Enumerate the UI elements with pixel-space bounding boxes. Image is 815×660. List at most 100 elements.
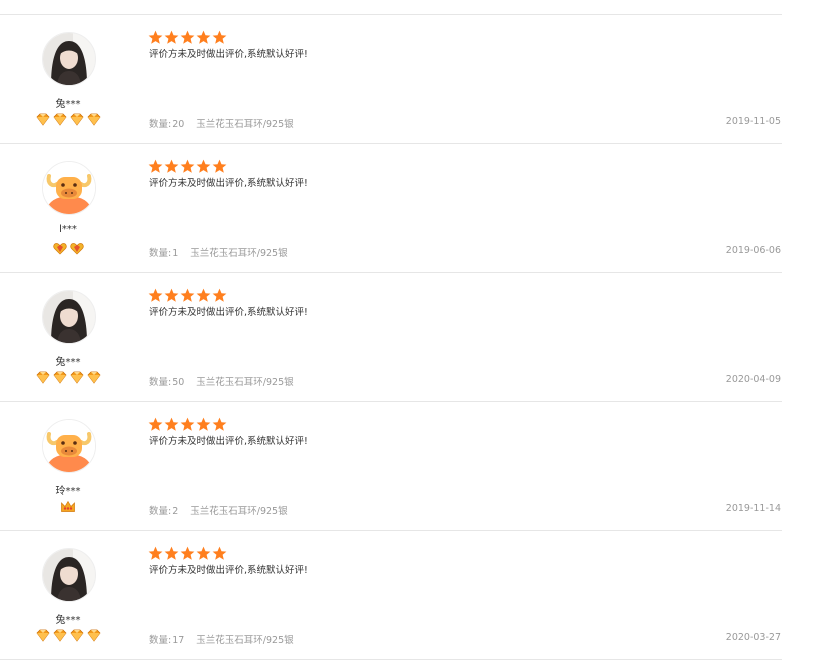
quantity-value: 50 [172, 377, 185, 388]
review-date: 2019-11-05 [725, 116, 781, 127]
diamond-badge-icon [36, 113, 49, 126]
star-icon [212, 417, 227, 431]
diamond-badge-icon [70, 371, 83, 384]
quantity-label: 数量: [149, 506, 172, 517]
diamond-badge-icon [53, 371, 66, 384]
user-photo-icon [43, 33, 95, 85]
quantity-value: 1 [172, 248, 179, 259]
review-item: 玲*** 评价方未及时做出评价,系统默认好评! 数量:2 玉兰花玉石耳环/925银… [0, 402, 782, 531]
diamond-badge-icon [36, 371, 49, 384]
avatar[interactable] [42, 290, 96, 344]
review-item: 兔*** 评价方未及时做出评价,系统默认好评! 数量:20 玉兰花玉石耳环/925… [0, 15, 782, 144]
star-icon [212, 546, 227, 560]
avatar[interactable] [42, 161, 96, 215]
user-photo-icon [43, 291, 95, 343]
review-date: 2020-04-09 [725, 374, 781, 385]
star-icon [148, 159, 163, 173]
star-icon [148, 546, 163, 560]
review-date: 2019-11-14 [725, 503, 781, 514]
avatar[interactable] [42, 32, 96, 86]
review-date: 2019-06-06 [725, 245, 781, 256]
quantity-value: 17 [172, 635, 185, 646]
star-icon [164, 30, 179, 44]
avatar[interactable] [42, 548, 96, 602]
review-item: 兔*** 评价方未及时做出评价,系统默认好评! 数量:17 玉兰花玉石耳环/925… [0, 531, 782, 660]
star-icon [180, 546, 195, 560]
heart-badge-icon [69, 243, 84, 255]
star-icon [180, 159, 195, 173]
star-icon [196, 417, 211, 431]
star-icon [212, 159, 227, 173]
rating-stars [148, 30, 227, 45]
star-icon [148, 30, 163, 44]
quantity-label: 数量: [149, 248, 172, 259]
star-icon [196, 288, 211, 302]
diamond-badge-icon [53, 113, 66, 126]
diamond-badge-icon [70, 629, 83, 642]
product-name: 玉兰花玉石耳环/925银 [190, 506, 288, 517]
diamond-badge-icon [87, 113, 100, 126]
star-icon [196, 159, 211, 173]
review-text: 评价方未及时做出评价,系统默认好评! [149, 565, 308, 576]
star-icon [180, 30, 195, 44]
star-icon [148, 288, 163, 302]
review-item: l*** 评价方未及时做出评价,系统默认好评! 数量:1 玉兰花玉石耳环/925银… [0, 144, 782, 273]
rating-stars [148, 417, 227, 432]
user-level-badges [0, 629, 136, 642]
review-item: 兔*** 评价方未及时做出评价,系统默认好评! 数量:50 玉兰花玉石耳环/925… [0, 273, 782, 402]
username: 兔*** [55, 357, 81, 368]
star-icon [180, 417, 195, 431]
star-icon [164, 546, 179, 560]
star-icon [164, 417, 179, 431]
cow-avatar-icon [43, 162, 95, 214]
star-icon [196, 30, 211, 44]
diamond-badge-icon [87, 629, 100, 642]
user-level-badges [0, 242, 136, 255]
product-name: 玉兰花玉石耳环/925银 [196, 635, 294, 646]
star-icon [180, 288, 195, 302]
purchase-meta: 数量:17 玉兰花玉石耳环/925银 [149, 632, 294, 646]
review-date: 2020-03-27 [725, 632, 781, 643]
username: 兔*** [55, 615, 81, 626]
diamond-badge-icon [87, 371, 100, 384]
avatar[interactable] [42, 419, 96, 473]
star-icon [148, 417, 163, 431]
user-photo-icon [43, 549, 95, 601]
purchase-meta: 数量:50 玉兰花玉石耳环/925银 [149, 374, 294, 388]
review-text: 评价方未及时做出评价,系统默认好评! [149, 436, 308, 447]
purchase-meta: 数量:2 玉兰花玉石耳环/925银 [149, 503, 288, 517]
heart-badge-icon [52, 243, 67, 255]
review-text: 评价方未及时做出评价,系统默认好评! [149, 49, 308, 60]
quantity-label: 数量: [149, 119, 172, 130]
rating-stars [148, 159, 227, 174]
cow-avatar-icon [43, 420, 95, 472]
user-level-badges [0, 500, 136, 513]
quantity-value: 2 [172, 506, 179, 517]
star-icon [212, 30, 227, 44]
product-name: 玉兰花玉石耳环/925银 [196, 119, 294, 130]
review-list: 兔*** 评价方未及时做出评价,系统默认好评! 数量:20 玉兰花玉石耳环/925… [0, 14, 782, 660]
star-icon [164, 159, 179, 173]
quantity-label: 数量: [149, 377, 172, 388]
product-name: 玉兰花玉石耳环/925银 [196, 377, 294, 388]
star-icon [212, 288, 227, 302]
product-name: 玉兰花玉石耳环/925银 [190, 248, 288, 259]
purchase-meta: 数量:1 玉兰花玉石耳环/925银 [149, 245, 288, 259]
rating-stars [148, 288, 227, 303]
quantity-label: 数量: [149, 635, 172, 646]
user-level-badges [0, 371, 136, 384]
username: l*** [59, 224, 77, 235]
review-text: 评价方未及时做出评价,系统默认好评! [149, 178, 308, 189]
diamond-badge-icon [53, 629, 66, 642]
user-level-badges [0, 113, 136, 126]
rating-stars [148, 546, 227, 561]
quantity-value: 20 [172, 119, 185, 130]
star-icon [164, 288, 179, 302]
diamond-badge-icon [36, 629, 49, 642]
star-icon [196, 546, 211, 560]
crown-badge-icon [61, 500, 75, 512]
diamond-badge-icon [70, 113, 83, 126]
purchase-meta: 数量:20 玉兰花玉石耳环/925银 [149, 116, 294, 130]
username: 兔*** [55, 99, 81, 110]
review-text: 评价方未及时做出评价,系统默认好评! [149, 307, 308, 318]
